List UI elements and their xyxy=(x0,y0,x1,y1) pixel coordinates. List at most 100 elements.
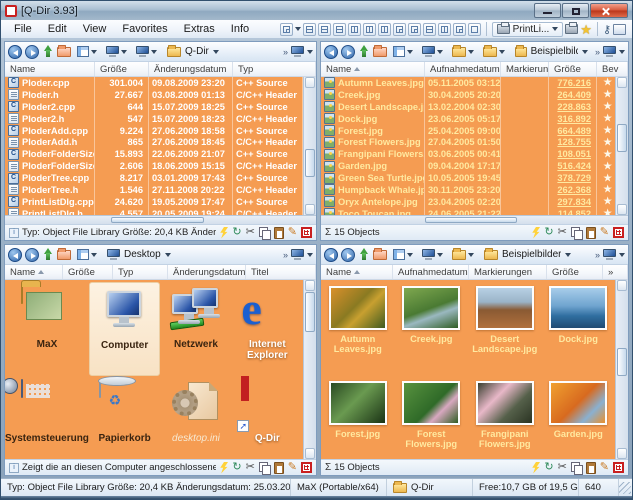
goto-bolt-icon[interactable] xyxy=(219,227,228,239)
address-bar[interactable]: Beispielbilder xyxy=(480,249,592,260)
paste-icon[interactable] xyxy=(274,462,284,474)
layout-button[interactable] xyxy=(453,23,466,36)
paste-icon[interactable] xyxy=(274,227,284,239)
layout-button[interactable] xyxy=(333,23,346,36)
address-bar[interactable]: Desktop xyxy=(103,249,280,260)
view-mode-button[interactable] xyxy=(390,44,416,59)
expand-chevron-icon[interactable]: » xyxy=(595,47,600,57)
horizontal-scrollbar[interactable] xyxy=(5,215,316,224)
table-row[interactable]: Forest Flowers.jpg27.04.2005 01:50128.75… xyxy=(321,136,615,148)
computer-dropdown[interactable] xyxy=(419,44,446,59)
refresh-icon[interactable]: ↻ xyxy=(544,462,553,473)
scroll-up-icon[interactable] xyxy=(617,77,627,88)
forward-button[interactable] xyxy=(25,248,39,262)
thumbnail-item[interactable]: Garden.jpg xyxy=(542,381,616,459)
minimize-button[interactable] xyxy=(534,3,561,18)
vertical-scrollbar[interactable] xyxy=(615,77,628,215)
desktop-item-netzwerk[interactable]: Netzwerk xyxy=(160,282,231,376)
horizontal-scrollbar[interactable] xyxy=(321,215,628,224)
table-row[interactable]: PloderFolderSize.cpp15.89322.06.2009 21:… xyxy=(5,148,303,160)
column-name[interactable]: Name xyxy=(321,265,393,279)
scroll-thumb[interactable] xyxy=(617,348,627,376)
scroll-down-icon[interactable] xyxy=(617,204,627,215)
folder-dropdown[interactable] xyxy=(449,45,477,59)
paste-icon[interactable] xyxy=(586,227,596,239)
folder-tools-icon[interactable] xyxy=(373,250,387,260)
column-capture-date[interactable]: Aufnahmedatum xyxy=(425,62,501,76)
refresh-icon[interactable]: ↻ xyxy=(544,227,553,238)
chevron-down-icon[interactable] xyxy=(307,253,313,257)
thumbnail-item[interactable]: Autumn Leaves.jpg xyxy=(321,286,395,381)
table-row[interactable]: PloderTree.h1.54627.11.2008 20:22C/C++ H… xyxy=(5,184,303,196)
folder-tools-icon[interactable] xyxy=(57,47,71,57)
network-dropdown[interactable] xyxy=(133,44,160,59)
vertical-scrollbar[interactable] xyxy=(303,77,316,215)
scroll-down-icon[interactable] xyxy=(617,448,627,459)
column-name[interactable]: Name xyxy=(321,62,425,76)
chevron-down-icon[interactable] xyxy=(295,27,301,31)
thumbnail-item[interactable]: Creek.jpg xyxy=(395,286,469,381)
column-type[interactable]: Typ xyxy=(113,265,168,279)
column-tags[interactable]: Markierun... xyxy=(501,62,549,76)
thumbnail-item[interactable]: Frangipani Flowers.jpg xyxy=(468,381,542,459)
up-button[interactable] xyxy=(42,45,54,58)
column-type[interactable]: Typ xyxy=(233,62,316,76)
layout-button[interactable] xyxy=(378,23,391,36)
panel-toggle-icon[interactable] xyxy=(613,24,626,35)
pane-target-icon[interactable] xyxy=(603,46,616,57)
vertical-scrollbar[interactable] xyxy=(615,280,628,459)
chevron-down-icon[interactable] xyxy=(619,253,625,257)
layout-button[interactable] xyxy=(438,23,451,36)
desktop-item-computer[interactable]: Computer xyxy=(89,282,160,376)
maximize-button[interactable] xyxy=(562,3,589,18)
table-row[interactable]: Ploder.h27.66703.08.2009 01:13C/C++ Head… xyxy=(5,89,303,101)
folder-tools-icon[interactable] xyxy=(373,47,387,57)
expand-chevron-icon[interactable]: » xyxy=(283,250,288,260)
edit-pencil-icon[interactable]: ✎ xyxy=(600,462,609,473)
copy-icon[interactable] xyxy=(571,227,582,238)
table-row[interactable]: Dock.jpg23.06.2005 05:17316.892★ xyxy=(321,113,615,125)
address-bar[interactable]: Beispielbilder xyxy=(511,46,592,57)
table-row[interactable]: PrintListDlg.h4.55720.05.2009 19:24C/C++… xyxy=(5,208,303,215)
scroll-up-icon[interactable] xyxy=(305,280,315,291)
forward-button[interactable] xyxy=(25,45,39,59)
layout-button[interactable] xyxy=(408,23,421,36)
scroll-thumb[interactable] xyxy=(111,217,204,223)
table-row[interactable]: PloderAdd.h86527.06.2009 18:45C/C++ Head… xyxy=(5,136,303,148)
edit-pencil-icon[interactable]: ✎ xyxy=(288,227,297,238)
back-button[interactable] xyxy=(324,248,338,262)
layout-quad-button[interactable] xyxy=(280,23,293,36)
column-size[interactable]: Größe xyxy=(63,265,113,279)
goto-bolt-icon[interactable] xyxy=(531,462,540,474)
table-row[interactable]: Green Sea Turtle.jpg10.05.2005 19:45378.… xyxy=(321,172,615,184)
menu-view[interactable]: View xyxy=(76,21,114,37)
layout-single-button[interactable] xyxy=(468,23,481,36)
forward-button[interactable] xyxy=(341,45,355,59)
up-button[interactable] xyxy=(42,248,54,261)
cut-icon[interactable]: ✂ xyxy=(558,462,567,473)
column-name[interactable]: Name xyxy=(5,265,63,279)
special-folder-dropdown[interactable] xyxy=(480,45,508,59)
back-button[interactable] xyxy=(324,45,338,59)
menu-edit[interactable]: Edit xyxy=(41,21,74,37)
up-button[interactable] xyxy=(358,248,370,261)
copy-icon[interactable] xyxy=(571,462,582,473)
qdir-logo-icon[interactable] xyxy=(613,227,624,238)
goto-bolt-icon[interactable] xyxy=(531,227,540,239)
column-capture-date[interactable]: Aufnahmedatum xyxy=(393,265,469,279)
view-mode-button[interactable] xyxy=(74,44,100,59)
status-current-folder[interactable]: Q-Dir xyxy=(387,479,473,496)
expand-chevron-icon[interactable]: » xyxy=(595,250,600,260)
table-row[interactable]: Forest.jpg25.04.2005 09:00664.489★ xyxy=(321,125,615,137)
qdir-logo-icon[interactable] xyxy=(301,227,312,238)
layout-button[interactable] xyxy=(318,23,331,36)
vertical-scrollbar[interactable] xyxy=(303,280,316,459)
up-button[interactable] xyxy=(358,45,370,58)
goto-bolt-icon[interactable] xyxy=(219,462,228,474)
edit-pencil-icon[interactable]: ✎ xyxy=(288,462,297,473)
table-row[interactable]: Autumn Leaves.jpg05.11.2005 03:12776.216… xyxy=(321,77,615,89)
tools-icon[interactable]: ⚷ xyxy=(603,23,611,36)
favorites-star-icon[interactable]: ★ xyxy=(580,23,592,36)
resize-grip[interactable] xyxy=(619,482,631,494)
table-row[interactable]: Humpback Whale.jpg30.11.2005 23:20262.36… xyxy=(321,184,615,196)
